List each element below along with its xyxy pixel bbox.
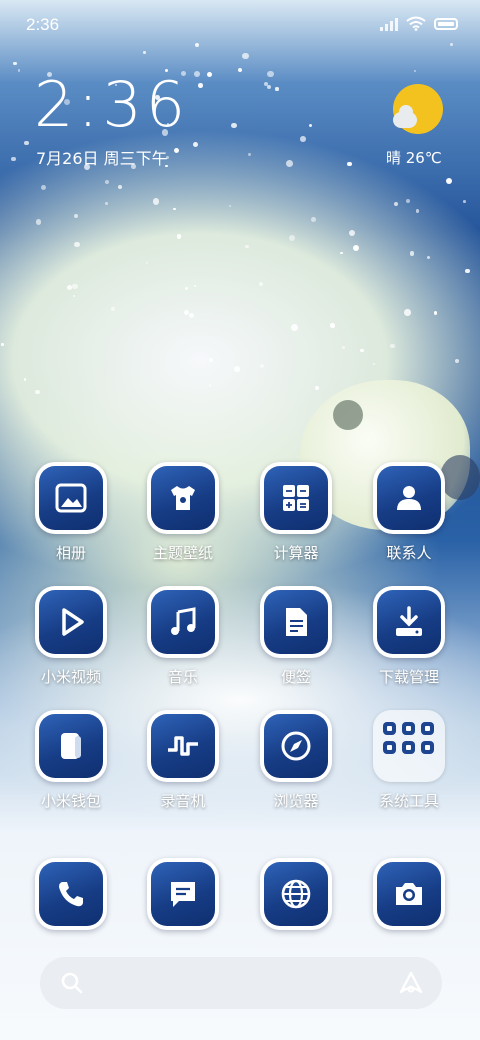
signal-icon — [380, 17, 398, 31]
dock-camera[interactable] — [354, 858, 464, 930]
snowflake — [267, 70, 274, 78]
app-wallet[interactable]: 小米钱包 — [16, 710, 126, 811]
app-folder-tools[interactable]: 系统工具 — [354, 710, 464, 811]
waveform-icon — [168, 736, 198, 756]
phone-icon — [59, 882, 83, 907]
snowflake — [234, 366, 240, 372]
snowflake — [300, 136, 306, 143]
snowflake — [73, 213, 78, 219]
app-browser[interactable]: 浏览器 — [241, 710, 351, 811]
snowflake — [454, 358, 459, 364]
app-label: 下载管理 — [378, 668, 439, 686]
app-recorder[interactable]: 录音机 — [128, 710, 238, 811]
snowflake — [145, 261, 148, 264]
search-icon — [61, 972, 83, 994]
tshirt-icon — [171, 486, 195, 510]
message-icon — [171, 882, 195, 907]
snowflake — [288, 234, 295, 241]
status-time: 2:36 — [26, 15, 60, 34]
snowflake — [72, 283, 78, 289]
camera-icon — [396, 883, 422, 905]
snowflake — [245, 244, 249, 249]
dock-phone[interactable] — [16, 858, 126, 930]
snowflake — [241, 52, 249, 60]
snowflake — [193, 71, 200, 77]
status-bar: 2:36 — [0, 0, 480, 48]
snowflake — [184, 286, 189, 290]
wifi-icon — [406, 16, 426, 31]
app-label: 小米视频 — [40, 668, 101, 686]
snowflake — [415, 209, 419, 213]
dock-browser[interactable] — [241, 858, 351, 930]
snowflake — [174, 147, 180, 153]
compass-icon — [281, 731, 311, 761]
app-contacts[interactable]: 联系人 — [354, 462, 464, 563]
snowflake — [24, 140, 29, 146]
snowflake — [111, 307, 115, 311]
app-video[interactable]: 小米视频 — [16, 586, 126, 687]
app-label: 录音机 — [160, 792, 206, 810]
snowflake — [275, 87, 279, 91]
clock-widget-time[interactable]: 2:36 — [34, 74, 189, 136]
app-notes[interactable]: 便签 — [241, 586, 351, 687]
app-label: 相册 — [55, 544, 86, 562]
app-label: 系统工具 — [378, 792, 439, 810]
snowflake — [142, 50, 146, 54]
app-themes[interactable]: 主题壁纸 — [128, 462, 238, 563]
cloud-icon — [393, 105, 417, 128]
app-label: 浏览器 — [273, 792, 319, 810]
snowflake — [35, 390, 40, 395]
app-label: 小米钱包 — [40, 792, 101, 810]
snowflake — [12, 61, 17, 66]
weather-text[interactable]: 晴 26℃ — [386, 147, 442, 168]
folder-icon — [373, 710, 445, 782]
snowflake — [404, 309, 411, 316]
snowflake — [74, 241, 80, 248]
xiaoai-icon[interactable] — [398, 970, 424, 996]
polar-bear-eye — [333, 400, 363, 430]
snowflake — [40, 185, 46, 191]
app-music[interactable]: 音乐 — [128, 586, 238, 687]
app-downloads[interactable]: 下载管理 — [354, 586, 464, 687]
search-bar[interactable] — [40, 957, 442, 1009]
snowflake — [105, 202, 108, 205]
wallet-icon — [61, 733, 81, 759]
snowflake — [228, 205, 231, 208]
snowflake — [72, 294, 75, 297]
download-icon — [396, 606, 422, 636]
snowflake — [152, 197, 160, 205]
snowflake — [198, 83, 203, 88]
app-calculator[interactable]: 计算器 — [241, 462, 351, 563]
person-icon — [397, 486, 421, 510]
clock-widget-date[interactable]: 7月26日 周三下午 — [36, 145, 168, 169]
snowflake — [35, 219, 42, 225]
snowflake — [347, 161, 352, 166]
status-icons — [380, 16, 458, 31]
snowflake — [409, 251, 415, 256]
note-icon — [286, 608, 307, 636]
app-label: 便签 — [280, 668, 311, 686]
snowflake — [360, 349, 364, 353]
app-label: 主题壁纸 — [152, 544, 213, 562]
snowflake — [286, 160, 294, 167]
snowflake — [330, 323, 335, 328]
snowflake — [310, 216, 316, 222]
play-icon — [62, 608, 84, 636]
music-note-icon — [171, 607, 196, 635]
snowflake — [188, 313, 194, 319]
snowflake — [291, 324, 298, 332]
app-label: 音乐 — [167, 668, 198, 686]
calculator-icon — [283, 485, 309, 511]
battery-icon — [434, 17, 458, 30]
snowflake — [445, 177, 452, 185]
snowflake — [342, 346, 345, 349]
globe-icon — [281, 879, 311, 909]
dock-messages[interactable] — [128, 858, 238, 930]
gallery-icon — [55, 483, 87, 513]
app-label: 计算器 — [273, 544, 319, 562]
snowflake — [309, 123, 312, 127]
app-gallery[interactable]: 相册 — [16, 462, 126, 563]
snowflake — [258, 281, 263, 286]
app-label: 联系人 — [386, 544, 432, 562]
